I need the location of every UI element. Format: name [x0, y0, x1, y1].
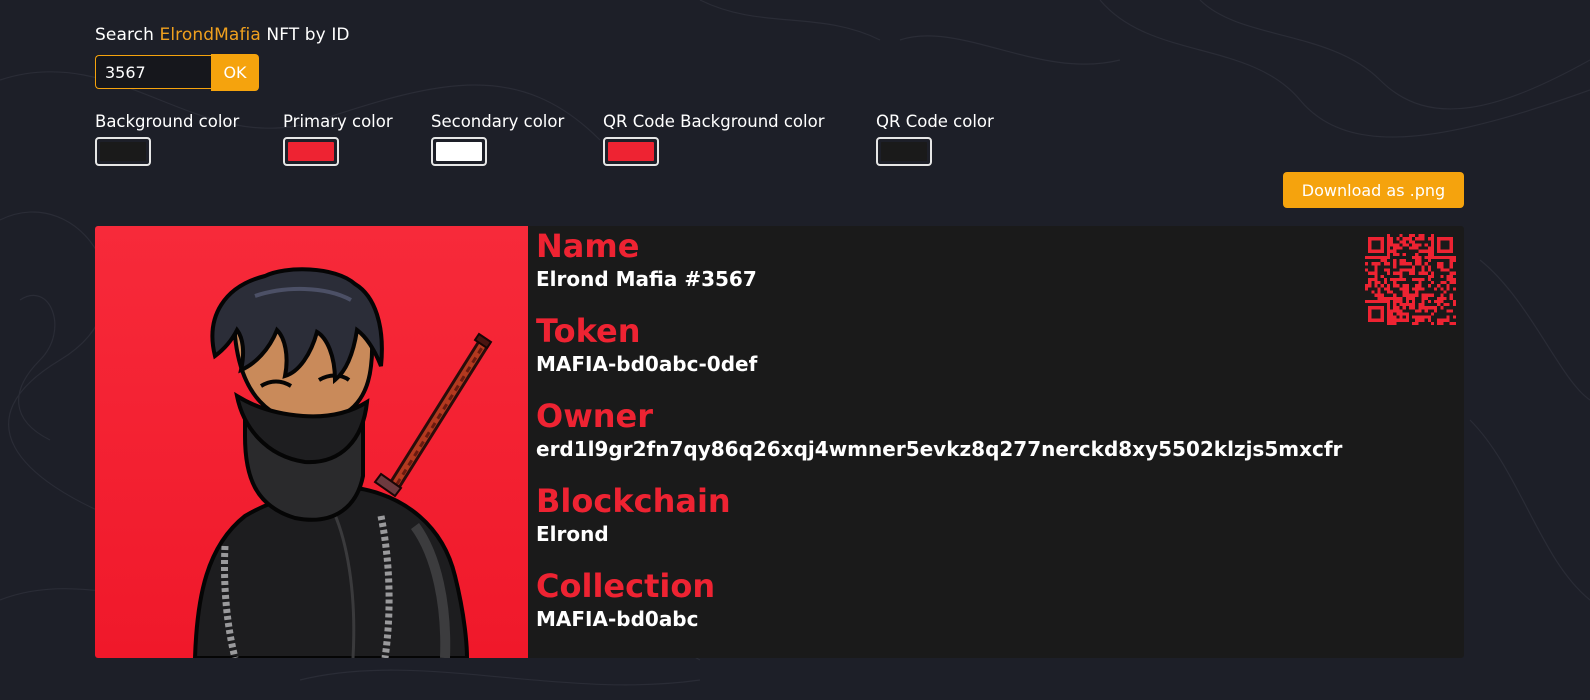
- background-color-swatch[interactable]: [95, 137, 151, 166]
- field-label-collection: Collection: [536, 567, 716, 605]
- background-color-fill: [100, 142, 146, 161]
- nft-id-input[interactable]: [95, 55, 211, 89]
- qr-color-picker: QR Code color: [876, 112, 994, 166]
- field-value-name: Elrond Mafia #3567: [536, 267, 757, 291]
- qr-color-fill: [881, 142, 927, 161]
- katana-icon: [373, 332, 493, 498]
- field-value-collection: MAFIA-bd0abc: [536, 607, 699, 631]
- search-label-suffix: NFT by ID: [260, 25, 350, 45]
- nft-field-collection: Collection MAFIA-bd0abc: [536, 566, 715, 632]
- nft-card: Name Elrond Mafia #3567 Token MAFIA-bd0a…: [95, 226, 1464, 658]
- secondary-color-swatch[interactable]: [431, 137, 487, 166]
- field-label-owner: Owner: [536, 397, 654, 435]
- search-label: Search ElrondMafia NFT by ID: [95, 25, 350, 45]
- secondary-color-picker: Secondary color: [431, 112, 564, 166]
- search-label-brand: ElrondMafia: [159, 25, 261, 45]
- nft-field-token: Token MAFIA-bd0abc-0def: [536, 311, 757, 377]
- field-value-token: MAFIA-bd0abc-0def: [536, 352, 758, 376]
- field-label-blockchain: Blockchain: [536, 482, 731, 520]
- nft-field-blockchain: Blockchain Elrond: [536, 481, 731, 547]
- field-value-blockchain: Elrond: [536, 522, 609, 546]
- qr-background-color-label: QR Code Background color: [603, 112, 825, 131]
- search-row: OK: [95, 54, 259, 91]
- field-label-token: Token: [536, 312, 641, 350]
- ninja-avatar-icon: [192, 267, 493, 658]
- background-color-label: Background color: [95, 112, 240, 131]
- primary-color-fill: [288, 142, 334, 161]
- primary-color-picker: Primary color: [283, 112, 393, 166]
- nft-field-name: Name Elrond Mafia #3567: [536, 226, 757, 292]
- qr-background-color-fill: [608, 142, 654, 161]
- qr-code-graphic: [1365, 234, 1456, 325]
- search-label-prefix: Search: [95, 25, 160, 45]
- field-value-owner: erd1l9gr2fn7qy86q26xqj4wmner5evkz8q277ne…: [536, 437, 1343, 461]
- qr-background-color-swatch[interactable]: [603, 137, 659, 166]
- primary-color-label: Primary color: [283, 112, 393, 131]
- primary-color-swatch[interactable]: [283, 137, 339, 166]
- qr-color-label: QR Code color: [876, 112, 994, 131]
- nft-field-owner: Owner erd1l9gr2fn7qy86q26xqj4wmner5evkz8…: [536, 396, 1342, 462]
- background-color-picker: Background color: [95, 112, 239, 166]
- nft-image: [95, 226, 528, 658]
- qr-background-color-picker: QR Code Background color: [603, 112, 825, 166]
- download-png-button[interactable]: Download as .png: [1283, 172, 1464, 208]
- secondary-color-label: Secondary color: [431, 112, 565, 131]
- field-label-name: Name: [536, 227, 640, 265]
- ok-button[interactable]: OK: [211, 54, 259, 91]
- secondary-color-fill: [436, 142, 482, 161]
- qr-code-icon: [1365, 234, 1456, 325]
- qr-color-swatch[interactable]: [876, 137, 932, 166]
